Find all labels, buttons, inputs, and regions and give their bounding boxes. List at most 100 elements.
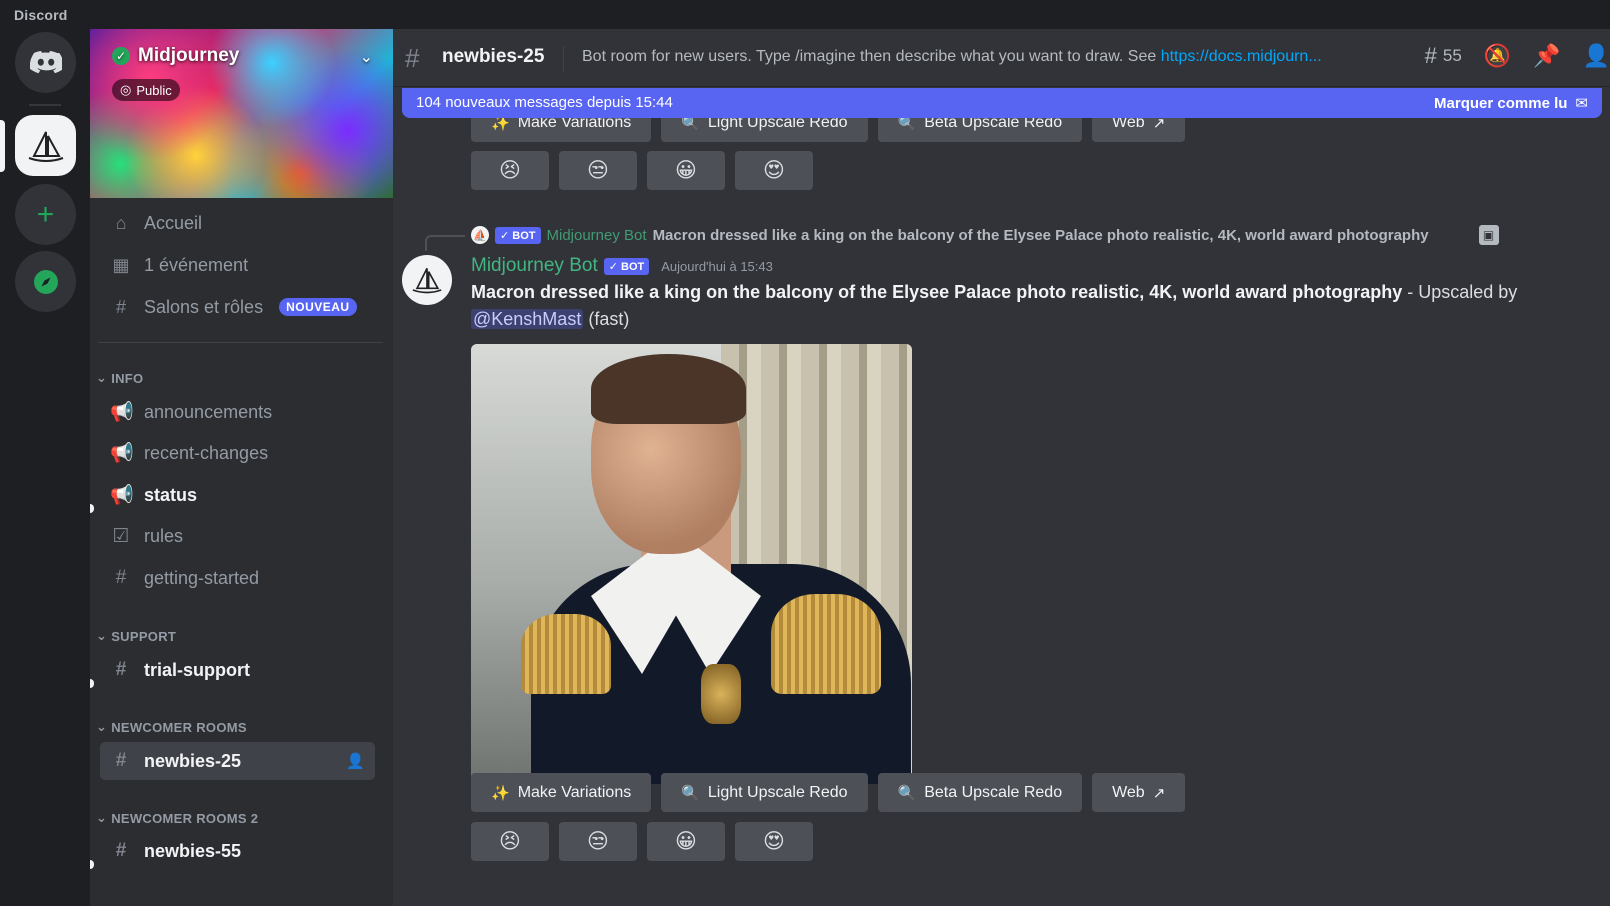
- pin-icon[interactable]: 📌: [1533, 43, 1560, 69]
- bot-tag: ✓ BOT: [603, 257, 650, 275]
- channel-getting-started[interactable]: # getting-started: [110, 561, 373, 595]
- channel-announcements[interactable]: 📢 announcements: [110, 395, 373, 429]
- midjourney-boat-icon: [412, 267, 442, 294]
- server-header[interactable]: ✓ Midjourney: [112, 45, 239, 67]
- threads-button[interactable]: # 55: [1425, 43, 1462, 69]
- threads-icon: #: [1424, 43, 1437, 68]
- chevron-down-icon: ⌄: [96, 810, 108, 825]
- nav-channels-roles-label: Salons et rôles: [144, 296, 264, 317]
- image-medal: [701, 664, 741, 724]
- beta-upscale-redo-button[interactable]: 🔍 Beta Upscale Redo: [877, 773, 1083, 812]
- channel-label: newbies-25: [144, 750, 242, 771]
- make-variations-button[interactable]: ✨ Make Variations: [471, 773, 652, 812]
- member-list-icon[interactable]: 👤: [1583, 43, 1610, 69]
- megaphone-icon: 📢: [110, 402, 134, 423]
- message-buttons: ✨ Make Variations 🔍 Light Upscale Redo 🔍 Be…: [471, 773, 1186, 812]
- message-timestamp: Aujourd'hui à 15:43: [661, 258, 773, 274]
- chevron-down-icon[interactable]: ⌄: [360, 47, 373, 67]
- image-hair: [591, 354, 746, 424]
- magnifier-icon: 🔍: [681, 784, 700, 802]
- channel-recent-changes[interactable]: 📢 recent-changes: [110, 436, 373, 470]
- channel-label: newbies-55: [144, 840, 242, 861]
- hash-icon: #: [115, 567, 127, 588]
- reaction-button[interactable]: 😀: [647, 151, 725, 190]
- web-button[interactable]: Web ↗: [1092, 773, 1186, 812]
- title-bar: Discord: [0, 0, 1610, 29]
- reaction-button[interactable]: 😍: [735, 151, 813, 190]
- channel-label: rules: [144, 525, 184, 546]
- category-newcomer-rooms[interactable]: ⌄ NEWCOMER ROOMS: [96, 719, 247, 735]
- previous-reactions: 😣 😒 😀 😍: [471, 151, 813, 190]
- explore-servers-button[interactable]: [15, 251, 76, 312]
- reply-reference[interactable]: ⛵ ✓ BOT Midjourney Bot Macron dressed li…: [471, 225, 1499, 245]
- nav-events[interactable]: ▦ 1 événement: [110, 248, 248, 282]
- add-server-button[interactable]: +: [15, 184, 76, 245]
- megaphone-icon: 📢: [110, 485, 134, 506]
- sparkle-icon: ✨: [491, 784, 510, 802]
- message-reactions: 😣 😒 😀 😍: [471, 822, 813, 861]
- channels-roles-icon: #: [115, 296, 126, 317]
- server-banner[interactable]: ✓ Midjourney ⌄ ◎ Public: [90, 29, 393, 198]
- channel-label: recent-changes: [144, 442, 269, 463]
- midjourney-boat-icon: [28, 131, 63, 162]
- server-rail: +: [0, 29, 90, 906]
- verified-check-icon: ✓: [112, 47, 130, 65]
- image-icon: ▣: [1478, 225, 1499, 245]
- category-newcomer-rooms-2[interactable]: ⌄ NEWCOMER ROOMS 2: [96, 810, 258, 826]
- reply-avatar: ⛵: [471, 226, 489, 244]
- channel-newbies-55[interactable]: # newbies-55: [110, 834, 373, 868]
- reaction-button[interactable]: 😒: [559, 151, 637, 190]
- chat-area: # newbies-25 Bot room for new users. Typ…: [393, 29, 1610, 906]
- user-mention[interactable]: @KenshMast: [471, 309, 584, 329]
- channel-rules[interactable]: ☑ rules: [110, 519, 373, 553]
- direct-messages-button[interactable]: [15, 32, 76, 93]
- channel-sidebar: ✓ Midjourney ⌄ ◎ Public ⌂ Accueil ▦ 1 év…: [90, 29, 393, 906]
- selected-server-indicator: [0, 120, 5, 172]
- unread-indicator: [90, 860, 94, 869]
- new-messages-bar[interactable]: 104 nouveaux messages depuis 15:44 Marqu…: [402, 88, 1602, 118]
- topic-link[interactable]: https://docs.midjourn...: [1161, 48, 1322, 65]
- reaction-button[interactable]: 😣: [471, 822, 549, 861]
- reaction-button[interactable]: 😍: [735, 822, 813, 861]
- message-author[interactable]: Midjourney Bot: [471, 255, 598, 277]
- mark-as-read-button[interactable]: Marquer comme lu ✉: [1434, 94, 1588, 113]
- magnifier-icon: 🔍: [897, 784, 917, 802]
- channel-trial-support[interactable]: # trial-support: [110, 653, 373, 687]
- mark-as-read-label: Marquer comme lu: [1434, 94, 1568, 112]
- reaction-button[interactable]: 😒: [559, 822, 637, 861]
- megaphone-icon: 📢: [110, 443, 134, 464]
- invite-member-icon[interactable]: 👤: [346, 752, 365, 770]
- discord-logo-icon: [29, 50, 62, 73]
- category-info[interactable]: ⌄ INFO: [96, 370, 143, 386]
- chevron-down-icon: ⌄: [96, 370, 108, 385]
- rail-separator: [29, 104, 61, 106]
- channel-label: trial-support: [144, 659, 250, 680]
- nav-home-label: Accueil: [144, 212, 203, 233]
- image-epaulette: [521, 614, 611, 694]
- nav-home[interactable]: ⌂ Accueil: [110, 206, 202, 240]
- nav-channels-roles[interactable]: # Salons et rôles NOUVEAU: [110, 290, 357, 324]
- channel-newbies-25[interactable]: # newbies-25 👤: [100, 742, 375, 780]
- channel-status[interactable]: 📢 status: [110, 478, 373, 512]
- topic-text: Bot room for new users. Type /imagine th…: [582, 48, 1161, 65]
- make-variations-label: Make Variations: [517, 783, 632, 801]
- avatar[interactable]: [402, 255, 452, 305]
- light-upscale-redo-button[interactable]: 🔍 Light Upscale Redo: [661, 773, 868, 812]
- app-name: Discord: [14, 7, 68, 23]
- channel-topic[interactable]: Bot room for new users. Type /imagine th…: [582, 48, 1322, 66]
- reaction-button[interactable]: 😣: [471, 151, 549, 190]
- public-label: Public: [136, 82, 172, 98]
- home-icon: ⌂: [115, 212, 127, 233]
- header-separator: [563, 46, 564, 72]
- chevron-down-icon: ⌄: [96, 719, 108, 734]
- channel-label: status: [144, 484, 198, 505]
- category-support[interactable]: ⌄ SUPPORT: [96, 628, 176, 644]
- reaction-button[interactable]: 😀: [647, 822, 725, 861]
- server-midjourney[interactable]: [15, 115, 76, 176]
- reply-author: Midjourney Bot: [546, 226, 647, 244]
- new-badge: NOUVEAU: [279, 298, 357, 316]
- mute-notifications-icon[interactable]: 🔕: [1484, 43, 1511, 69]
- hash-thread-icon: #: [115, 840, 127, 861]
- generated-image[interactable]: [471, 344, 912, 784]
- channel-label: getting-started: [144, 567, 260, 588]
